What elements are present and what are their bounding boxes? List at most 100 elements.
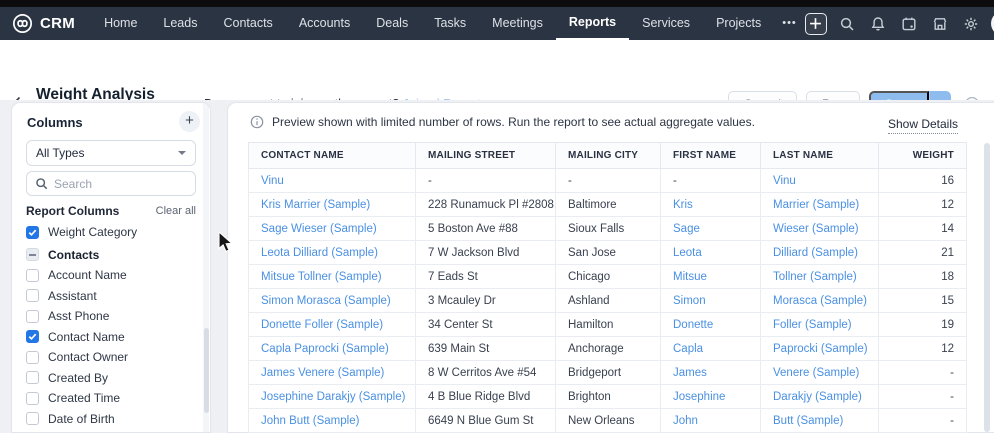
nav-item-home[interactable]: Home — [91, 7, 150, 40]
nav-item-contacts[interactable]: Contacts — [210, 7, 285, 40]
first-name-link[interactable]: John — [673, 415, 698, 427]
last-name-link[interactable]: Tollner (Sample) — [773, 271, 857, 283]
nav-item-projects[interactable]: Projects — [703, 7, 774, 40]
last-name-link[interactable]: Dilliard (Sample) — [773, 247, 858, 259]
table-row: Capla Paprocki (Sample)639 Main StAnchor… — [249, 337, 967, 361]
mailing-city-cell: Ashland — [556, 289, 661, 313]
show-details-link[interactable]: Show Details — [888, 117, 958, 134]
checkbox-contact-name[interactable] — [26, 330, 39, 343]
nav-item-leads[interactable]: Leads — [150, 7, 210, 40]
contact-name-link[interactable]: Donette Foller (Sample) — [261, 319, 383, 331]
first-name-link[interactable]: Sage — [673, 223, 700, 235]
column-header-last-name[interactable]: LAST NAME — [761, 143, 879, 169]
column-item-weight-category[interactable]: Weight Category — [26, 222, 202, 243]
contact-name-link[interactable]: Vinu — [261, 175, 284, 187]
last-name-link[interactable]: Foller (Sample) — [773, 319, 852, 331]
weight-cell: - — [879, 361, 967, 385]
column-item-contact-owner[interactable]: Contact Owner — [26, 347, 202, 368]
checkbox-created-time[interactable] — [26, 392, 39, 405]
contact-name-link[interactable]: Mitsue Tollner (Sample) — [261, 271, 382, 283]
columns-panel-title: Columns — [27, 115, 83, 130]
contact-name-link[interactable]: Simon Morasca (Sample) — [261, 295, 391, 307]
column-item-contacts[interactable]: Contacts — [26, 245, 202, 266]
nav-item-meetings[interactable]: Meetings — [479, 7, 556, 40]
last-name-link[interactable]: Paprocki (Sample) — [773, 343, 868, 355]
checkbox-contacts[interactable] — [26, 248, 39, 261]
checkbox-asst-phone[interactable] — [26, 310, 39, 323]
contact-name-link[interactable]: Capla Paprocki (Sample) — [261, 343, 389, 355]
column-item-assistant[interactable]: Assistant — [26, 286, 202, 307]
weight-cell: 21 — [879, 241, 967, 265]
column-header-first-name[interactable]: FIRST NAME — [661, 143, 761, 169]
checkbox-assistant[interactable] — [26, 289, 39, 302]
last-name-link[interactable]: Butt (Sample) — [773, 415, 843, 427]
nav-item-tasks[interactable]: Tasks — [421, 7, 479, 40]
checkbox-weight-category[interactable] — [26, 226, 39, 239]
last-name-link[interactable]: Venere (Sample) — [773, 367, 859, 379]
search-input[interactable] — [54, 177, 174, 191]
table-scrollbar-thumb[interactable] — [984, 143, 990, 432]
add-icon[interactable] — [805, 13, 827, 35]
sidebar-scrollbar-thumb[interactable] — [204, 328, 209, 413]
nav-item-services[interactable]: Services — [629, 7, 703, 40]
table-row: Donette Foller (Sample)34 Center StHamil… — [249, 313, 967, 337]
last-name-link[interactable]: Wieser (Sample) — [773, 223, 859, 235]
column-item-contact-name[interactable]: Contact Name — [26, 327, 202, 348]
notifications-bell-icon[interactable] — [867, 13, 889, 35]
last-name-link[interactable]: Morasca (Sample) — [773, 295, 867, 307]
last-name-link[interactable]: Darakjy (Sample) — [773, 391, 862, 403]
search-icon[interactable] — [836, 13, 858, 35]
first-name-link[interactable]: Donette — [673, 319, 713, 331]
column-header-mailing-city[interactable]: MAILING CITY — [556, 143, 661, 169]
columns-sidebar: Columns + All Types Report Columns Clear… — [12, 103, 210, 432]
first-name-link[interactable]: Simon — [673, 295, 706, 307]
contact-name-link[interactable]: James Venere (Sample) — [261, 367, 384, 379]
settings-gear-icon[interactable] — [960, 13, 982, 35]
column-header-contact-name[interactable]: CONTACT NAME — [249, 143, 416, 169]
checkbox-date-of-birth[interactable] — [26, 412, 39, 425]
first-name-link[interactable]: Kris — [673, 199, 693, 211]
column-item-created-by[interactable]: Created By — [26, 368, 202, 389]
mailing-street-cell: 228 Runamuck Pl #2808 — [416, 193, 556, 217]
first-name-link[interactable]: Leota — [673, 247, 702, 259]
first-name-link[interactable]: Mitsue — [673, 271, 707, 283]
weight-cell: 16 — [879, 169, 967, 193]
last-name-link[interactable]: Marrier (Sample) — [773, 199, 859, 211]
column-item-created-time[interactable]: Created Time — [26, 388, 202, 409]
first-name-link[interactable]: James — [673, 367, 707, 379]
contact-name-link[interactable]: John Butt (Sample) — [261, 415, 359, 427]
type-filter-dropdown[interactable]: All Types — [26, 140, 196, 166]
contact-name-link[interactable]: Kris Marrier (Sample) — [261, 199, 370, 211]
nav-item-more[interactable]: ••• — [774, 7, 805, 40]
first-name-cell: John — [661, 409, 761, 433]
checkbox-account-name[interactable] — [26, 269, 39, 282]
nav-menu: HomeLeadsContactsAccountsDealsTasksMeeti… — [91, 7, 805, 40]
weight-cell: 12 — [879, 337, 967, 361]
column-header-weight[interactable]: WEIGHT — [879, 143, 967, 169]
clear-all-link[interactable]: Clear all — [156, 205, 196, 217]
column-item-account-name[interactable]: Account Name — [26, 265, 202, 286]
column-item-asst-phone[interactable]: Asst Phone — [26, 306, 202, 327]
first-name-link[interactable]: Josephine — [673, 391, 725, 403]
first-name-link[interactable]: Capla — [673, 343, 703, 355]
add-column-button[interactable]: + — [179, 111, 200, 132]
nav-item-deals[interactable]: Deals — [363, 7, 421, 40]
info-icon — [250, 115, 264, 129]
column-search-box[interactable] — [26, 171, 196, 196]
column-header-mailing-street[interactable]: MAILING STREET — [416, 143, 556, 169]
calendar-icon[interactable] — [898, 13, 920, 35]
chevron-down-icon — [178, 151, 186, 155]
contact-name-link[interactable]: Leota Dilliard (Sample) — [261, 247, 378, 259]
marketplace-icon[interactable] — [929, 13, 951, 35]
contact-name-link[interactable]: Josephine Darakjy (Sample) — [261, 391, 405, 403]
nav-item-accounts[interactable]: Accounts — [286, 7, 363, 40]
last-name-link[interactable]: Vinu — [773, 175, 796, 187]
contact-name-cell: Simon Morasca (Sample) — [249, 289, 416, 313]
contact-name-link[interactable]: Sage Wieser (Sample) — [261, 223, 377, 235]
mailing-city-cell: Baltimore — [556, 193, 661, 217]
checkbox-contact-owner[interactable] — [26, 351, 39, 364]
column-item-date-of-birth[interactable]: Date of Birth — [26, 409, 202, 430]
checkbox-created-by[interactable] — [26, 371, 39, 384]
crm-brand[interactable]: CRM — [12, 13, 75, 34]
nav-item-reports[interactable]: Reports — [556, 7, 629, 40]
